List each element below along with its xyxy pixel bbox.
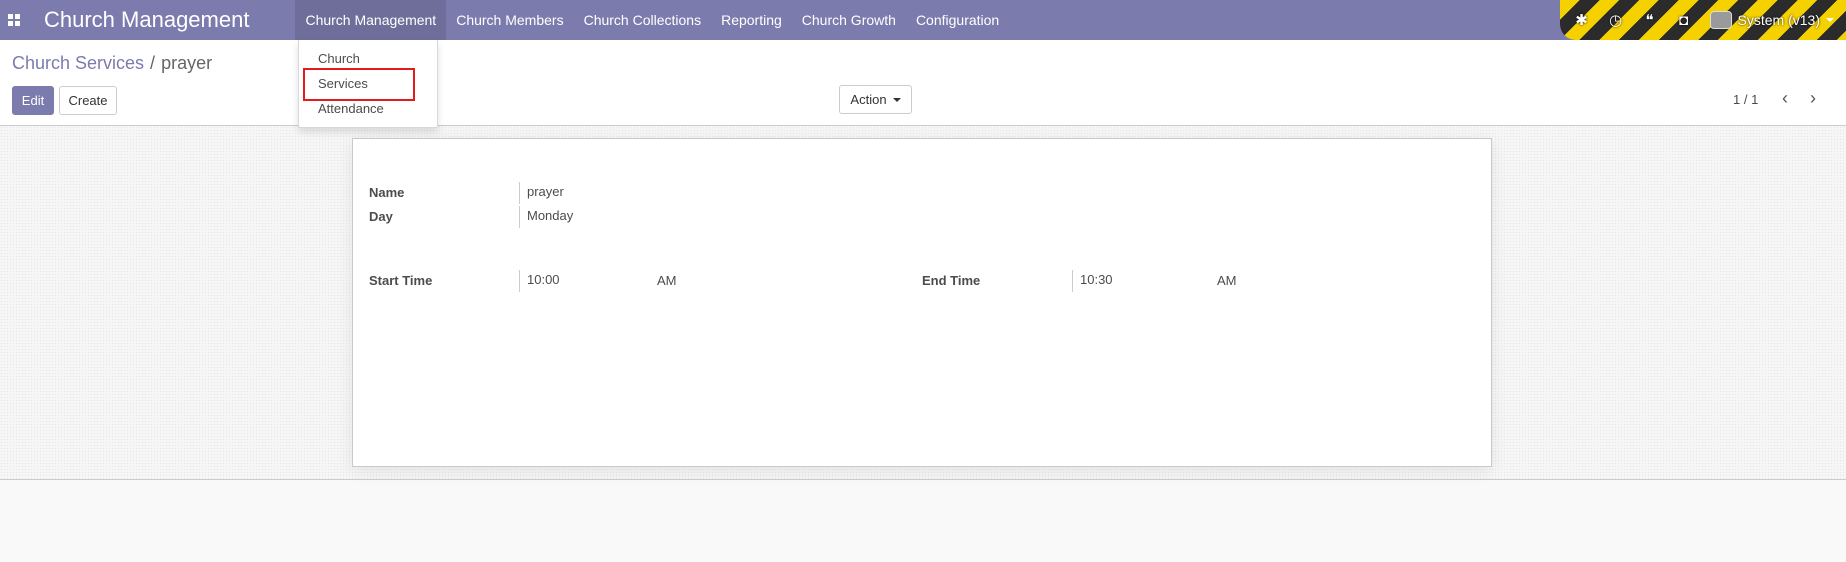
chat-icon[interactable]: ❝ [1642,11,1658,29]
day-label: Day [369,209,393,224]
name-label: Name [369,185,405,200]
end-time-label: End Time [922,273,981,288]
start-time-field[interactable]: 10:00 [519,270,560,292]
gift-icon[interactable]: ◘ [1676,12,1692,29]
action-label: Action [850,92,887,107]
start-time-ampm[interactable]: AM [657,273,677,288]
services-highlight-box [303,68,415,101]
dropdown-item-church[interactable]: Church [318,51,360,66]
apps-menu-icon[interactable] [0,0,28,40]
top-navbar: Church Management Church Management Chur… [0,0,1846,40]
user-label: System (v13) [1737,12,1820,28]
breadcrumb-current: prayer [161,53,213,73]
clock-icon[interactable]: ◷ [1608,11,1624,29]
pager-next-icon[interactable]: › [1810,88,1816,109]
action-dropdown-button[interactable]: Action [839,85,912,114]
breadcrumb-parent-link[interactable]: Church Services [12,53,144,74]
form-sheet: Name prayer Day Monday Start Time 10:00 … [352,138,1492,467]
caret-down-icon [892,97,901,102]
dropdown-item-attendance[interactable]: Attendance [318,101,384,116]
start-time-label: Start Time [369,273,433,288]
name-field[interactable]: prayer [519,182,564,204]
pager-previous-icon[interactable]: ‹ [1782,88,1788,109]
app-brand[interactable]: Church Management [44,7,249,33]
user-menu[interactable]: System (v13) [1709,11,1834,29]
avatar [1709,11,1732,29]
edit-button[interactable]: Edit [12,86,54,115]
chevron-down-icon [1826,18,1834,22]
bug-icon[interactable]: ✱ [1574,11,1590,29]
end-time-ampm[interactable]: AM [1217,273,1237,288]
main-menu: Church Management Church Members Church … [295,0,1009,40]
menu-church-management[interactable]: Church Management [295,0,447,40]
menu-reporting[interactable]: Reporting [711,0,792,40]
create-button[interactable]: Create [59,86,117,115]
control-panel: Church Services / prayer Edit Create Act… [0,40,1846,126]
end-time-field[interactable]: 10:30 [1072,270,1113,292]
day-field[interactable]: Monday [519,206,573,228]
breadcrumb-separator: / [150,53,156,73]
menu-configuration[interactable]: Configuration [906,0,1009,40]
menu-church-members[interactable]: Church Members [446,0,573,40]
menu-church-growth[interactable]: Church Growth [792,0,906,40]
pager-value[interactable]: 1 / 1 [1733,92,1758,107]
systray: ✱ ◷ ❝ ◘ System (v13) [1560,0,1846,40]
menu-church-collections[interactable]: Church Collections [574,0,712,40]
breadcrumb: Church Services / prayer [12,53,212,74]
